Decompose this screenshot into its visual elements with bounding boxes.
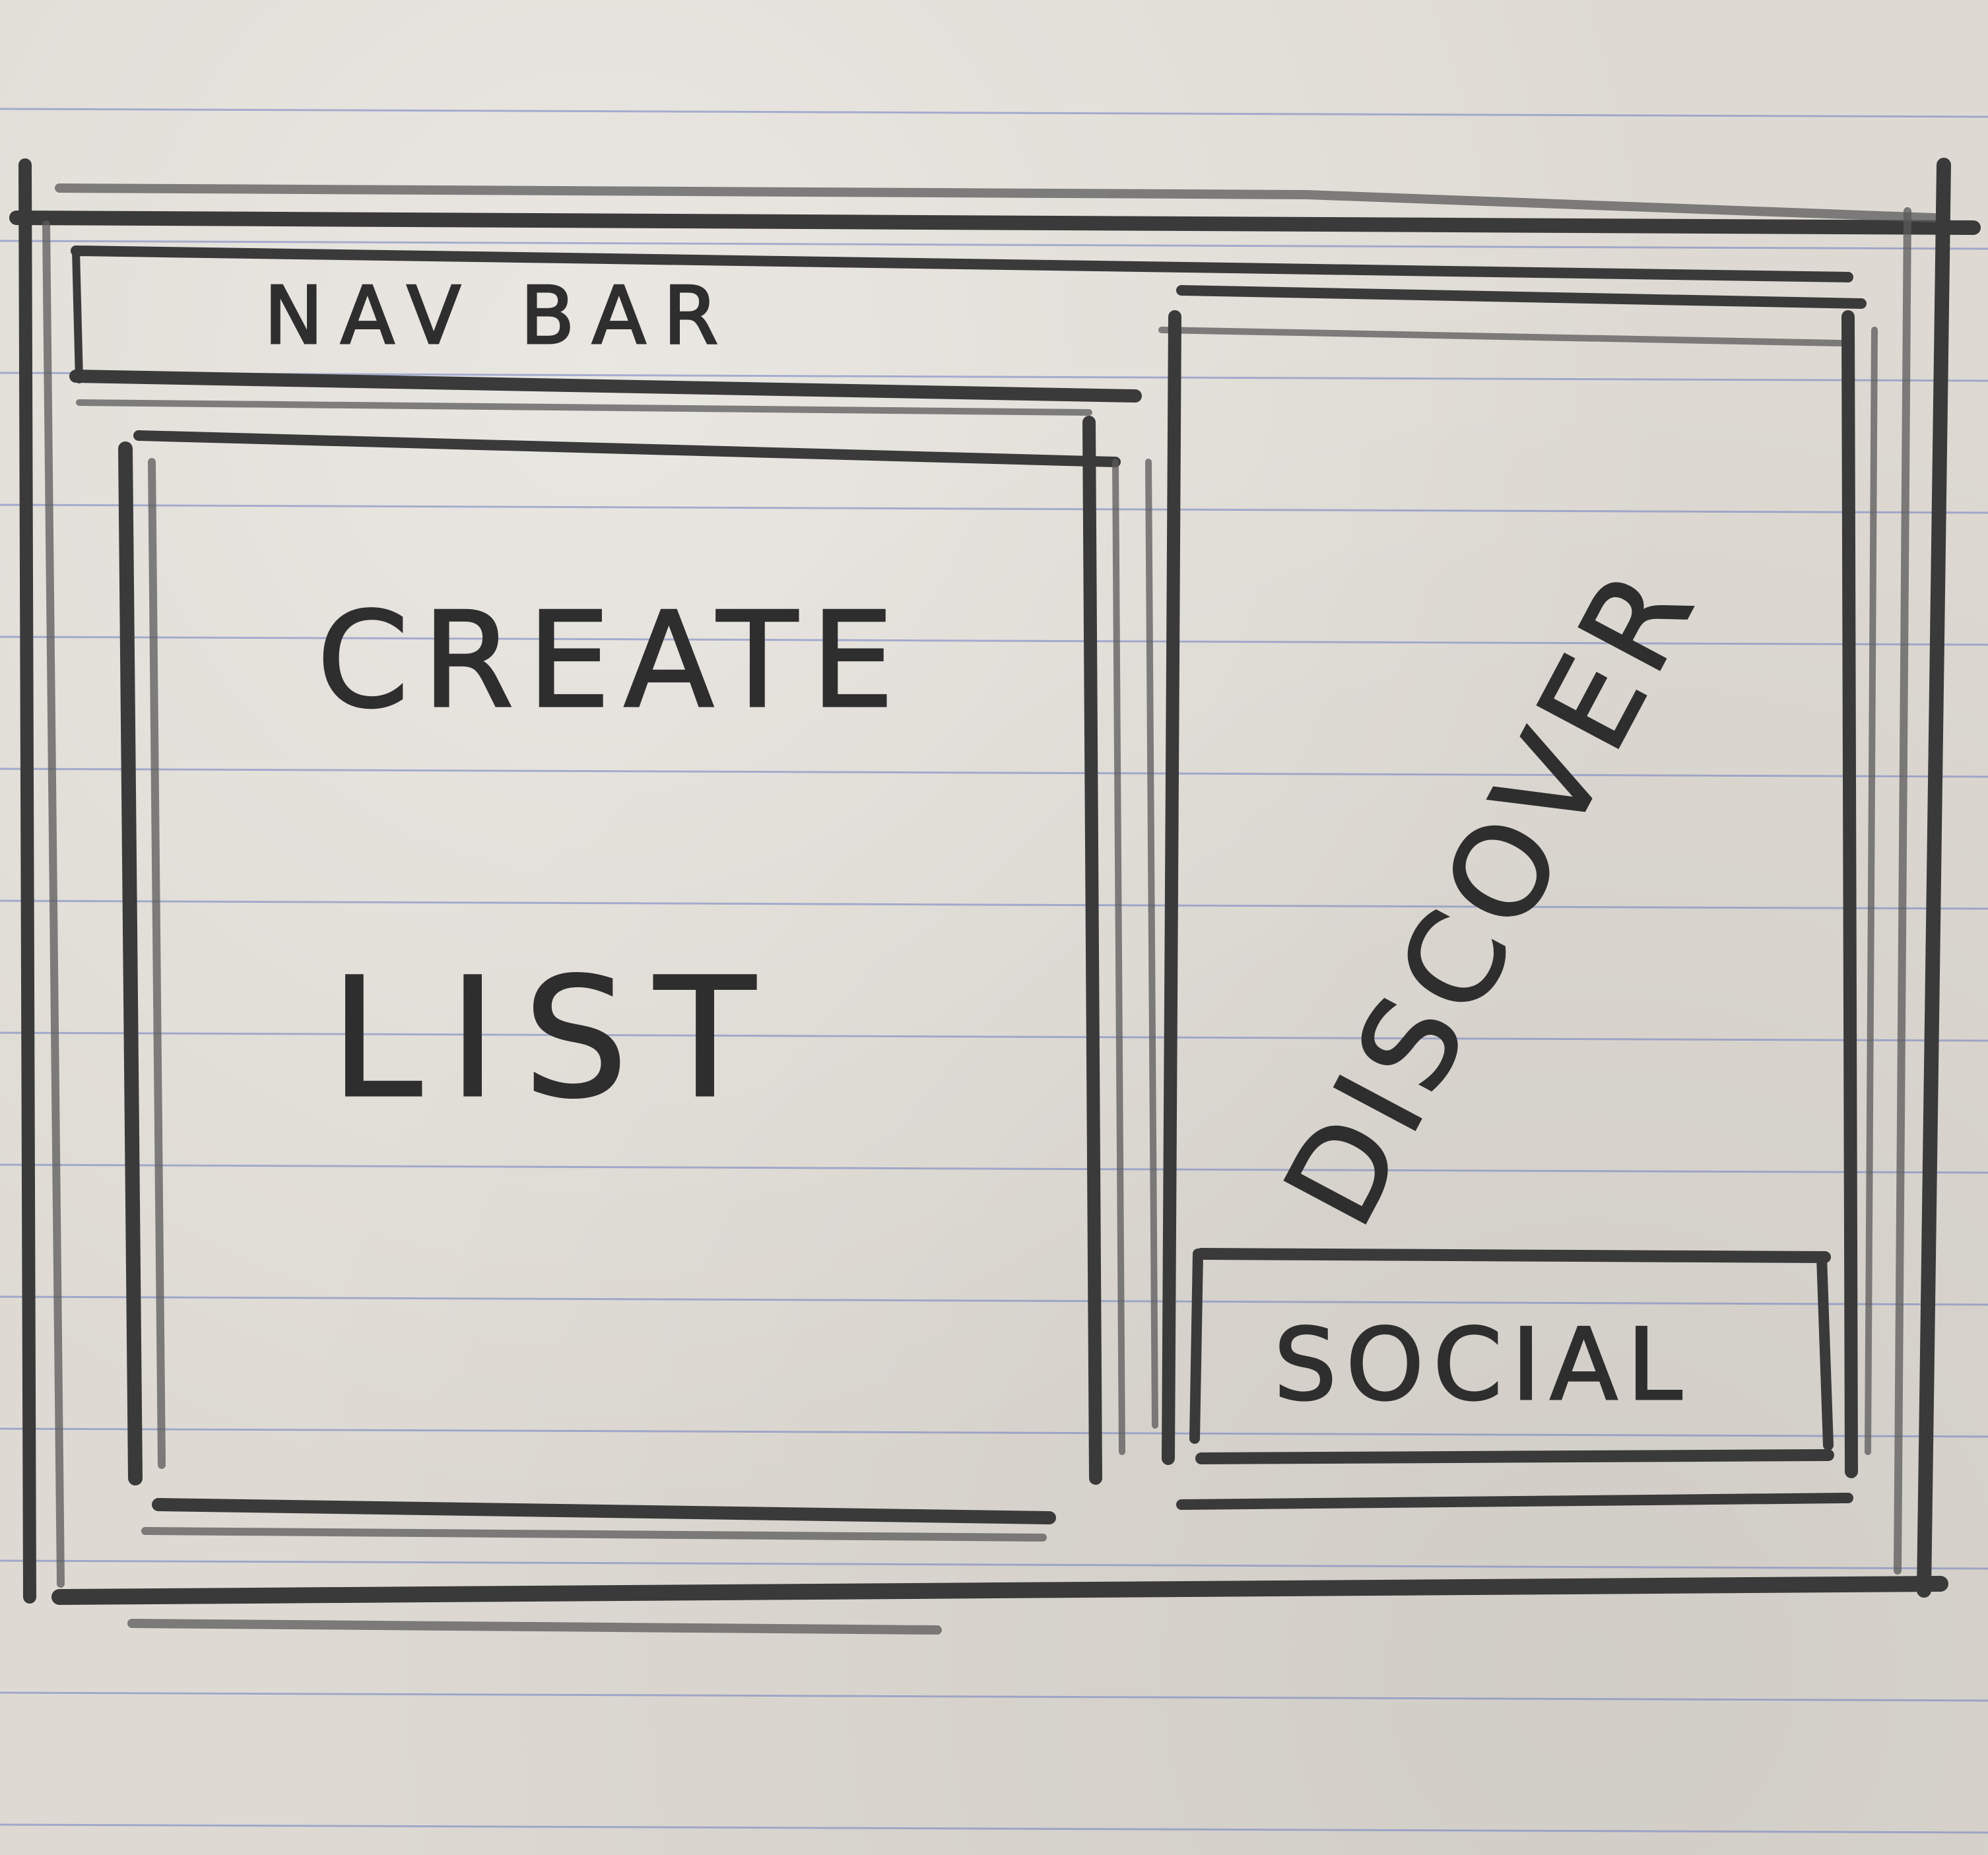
discover-label: DISCOVER — [1257, 541, 1726, 1248]
social-label: SOCIAL — [1274, 1308, 1691, 1423]
wireframe-sketch: NAV BAR CREATE LIST DISCOVER SOCIAL — [9, 158, 1981, 1635]
create-label: CREATE — [317, 584, 908, 738]
list-label: LIST — [330, 942, 781, 1134]
nav-bar-label: NAV BAR — [264, 271, 735, 362]
